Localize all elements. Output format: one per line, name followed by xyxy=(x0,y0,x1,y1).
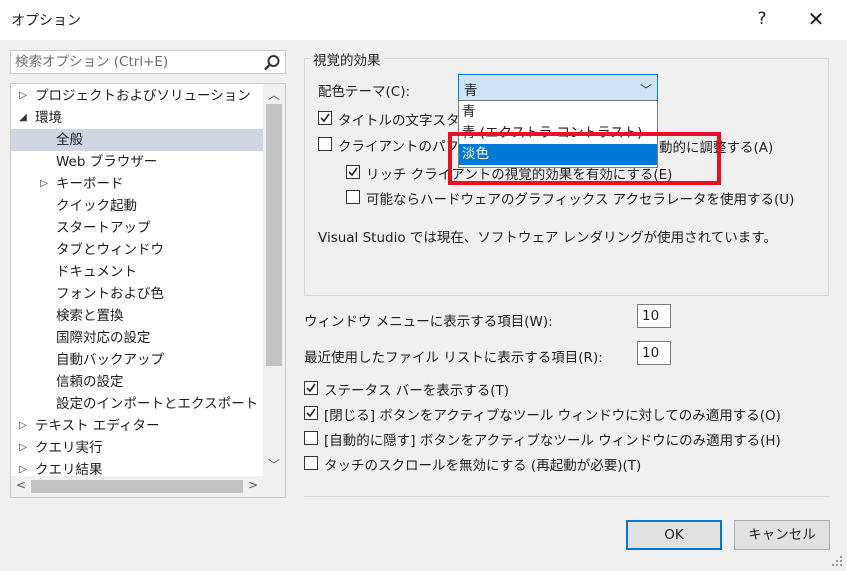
title-case-checkbox[interactable] xyxy=(318,111,332,125)
window-menu-label: ウィンドウ メニューに表示する項目(W): xyxy=(304,314,553,330)
checkmark-icon xyxy=(306,383,316,393)
theme-combobox-value: 青 xyxy=(464,83,478,99)
touch-scroll-label: タッチのスクロールを無効にする (再起動が必要)(T) xyxy=(324,458,642,474)
tree-item[interactable]: ▷ キーボード xyxy=(11,173,263,195)
tree-item-label: タブとウィンドウ xyxy=(56,242,164,258)
vertical-scrollbar[interactable]: ︿ ﹀ xyxy=(263,84,285,476)
theme-combobox[interactable]: 青 ﹀ xyxy=(458,74,658,101)
tree-item[interactable]: タブとウィンドウ xyxy=(11,239,263,261)
chevron-down-icon[interactable]: ﹀ xyxy=(640,81,652,98)
tree-item-label: 国際対応の設定 xyxy=(56,330,151,346)
tree-item-label: 環境 xyxy=(35,110,62,126)
search-box[interactable] xyxy=(10,50,286,74)
rendering-status-text: Visual Studio では現在、ソフトウェア レンダリングが使用されていま… xyxy=(318,230,777,246)
annotation-highlight-box xyxy=(448,132,721,185)
tree-item[interactable]: クイック起動 xyxy=(11,195,263,217)
checkmark-icon xyxy=(306,408,316,418)
title-bar xyxy=(0,0,847,40)
tree-item[interactable]: 自動バックアップ xyxy=(11,349,263,371)
tree-item-label: クイック起動 xyxy=(56,198,137,214)
horizontal-scrollbar[interactable]: < > xyxy=(11,476,285,497)
group-title: 視覚的効果 xyxy=(310,49,384,69)
tree-item[interactable]: 国際対応の設定 xyxy=(11,327,263,349)
tree-item-label: 自動バックアップ xyxy=(56,352,164,368)
tree-item-label: フォントおよび色 xyxy=(56,286,164,302)
rich-visual-checkbox[interactable] xyxy=(346,165,360,179)
chevron-down-icon[interactable]: ﹀ xyxy=(264,456,284,473)
hw-accel-label: 可能ならハードウェアのグラフィックス アクセラレータを使用する(U) xyxy=(366,192,795,208)
help-button[interactable]: ? xyxy=(748,4,776,34)
expand-icon[interactable]: ▷ xyxy=(17,415,29,437)
close-button[interactable]: ✕ xyxy=(796,4,836,34)
checkmark-icon xyxy=(348,167,358,177)
tree-item[interactable]: 設定のインポートとエクスポート xyxy=(11,393,263,415)
tree-item-label: Web ブラウザー xyxy=(56,154,158,170)
tree-item-label: クエリ実行 xyxy=(35,440,103,456)
ok-button[interactable]: OK xyxy=(626,520,722,550)
search-icon[interactable] xyxy=(263,54,281,72)
close-active-checkbox[interactable] xyxy=(304,406,318,420)
status-bar-checkbox[interactable] xyxy=(304,381,318,395)
tree-item[interactable]: 検索と置換 xyxy=(11,305,263,327)
chevron-left-icon[interactable]: < xyxy=(11,478,31,492)
tree-item[interactable]: ◢ 環境 xyxy=(11,107,263,129)
window-title: オプション xyxy=(11,13,81,29)
title-case-label: タイトルの文字スタイ xyxy=(338,113,473,129)
tree-item-label: 設定のインポートとエクスポート xyxy=(56,396,259,412)
tree-item-label: テキスト エディター xyxy=(35,418,160,434)
divider xyxy=(304,496,829,497)
expand-icon[interactable]: ▷ xyxy=(17,437,29,459)
collapse-icon[interactable]: ◢ xyxy=(17,107,29,129)
recent-files-count-input[interactable]: 10 xyxy=(637,341,671,365)
chevron-up-icon[interactable]: ︿ xyxy=(264,86,284,103)
cancel-button[interactable]: キャンセル xyxy=(734,520,830,550)
scrollbar-thumb[interactable] xyxy=(266,104,282,366)
close-active-label: [閉じる] ボタンをアクティブなツール ウィンドウに対してのみ適用する(O) xyxy=(324,408,781,424)
tree-item[interactable]: スタートアップ xyxy=(11,217,263,239)
theme-option[interactable]: 青 xyxy=(459,102,657,123)
chevron-right-icon[interactable]: > xyxy=(243,478,263,492)
tree-item[interactable]: 信頼の設定 xyxy=(11,371,263,393)
tree-item-label: ドキュメント xyxy=(56,264,137,280)
tree-item[interactable]: ドキュメント xyxy=(11,261,263,283)
tree-item-label: キーボード xyxy=(56,176,124,192)
search-input[interactable] xyxy=(15,53,255,71)
tree-item[interactable]: フォントおよび色 xyxy=(11,283,263,305)
tree-item-selected[interactable]: 全般 xyxy=(11,129,263,151)
recent-files-label: 最近使用したファイル リストに表示する項目(R): xyxy=(304,350,603,366)
tree-item-label: 信頼の設定 xyxy=(56,374,124,390)
tree-item-label: プロジェクトおよびソリューション xyxy=(35,88,251,104)
tree-item[interactable]: ▷ プロジェクトおよびソリューション xyxy=(11,85,263,107)
scrollbar-thumb[interactable] xyxy=(31,480,243,493)
options-tree[interactable]: ▷ プロジェクトおよびソリューション ◢ 環境 全般 Web ブラウザー ▷ キ… xyxy=(10,83,286,498)
resize-grip-icon[interactable] xyxy=(826,552,844,568)
tree-item[interactable]: ▷ テキスト エディター xyxy=(11,415,263,437)
window-menu-count-input[interactable]: 10 xyxy=(637,304,671,328)
autohide-active-checkbox[interactable] xyxy=(304,431,318,445)
tree-item-label: スタートアップ xyxy=(56,220,151,236)
hw-accel-checkbox[interactable] xyxy=(346,190,360,204)
expand-icon[interactable]: ▷ xyxy=(17,85,29,107)
theme-label: 配色テーマ(C): xyxy=(318,84,411,100)
client-perf-checkbox[interactable] xyxy=(318,137,332,151)
tree-item-label: 検索と置換 xyxy=(56,308,124,324)
tree-item-label: 全般 xyxy=(56,132,83,148)
expand-icon[interactable]: ▷ xyxy=(38,173,50,195)
tree-item[interactable]: ▷ クエリ実行 xyxy=(11,437,263,459)
tree-item[interactable]: Web ブラウザー xyxy=(11,151,263,173)
touch-scroll-checkbox[interactable] xyxy=(304,456,318,470)
checkmark-icon xyxy=(320,113,330,123)
autohide-active-label: [自動的に隠す] ボタンをアクティブなツール ウィンドウにのみ適用する(H) xyxy=(324,433,781,449)
status-bar-label: ステータス バーを表示する(T) xyxy=(324,383,510,399)
